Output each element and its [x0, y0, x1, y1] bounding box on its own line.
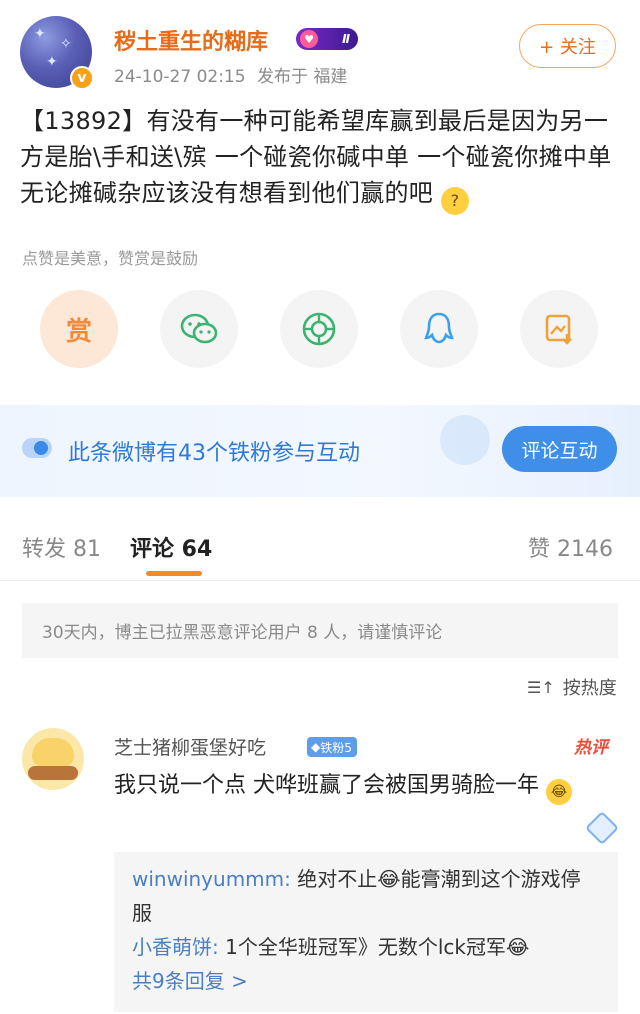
- post-timestamp: 24-10-27 02:15: [114, 67, 246, 87]
- commenter-avatar[interactable]: [22, 728, 84, 790]
- reply-item: winwinyummm: 绝对不止😂能膏潮到这个游戏停服: [132, 862, 600, 930]
- comment-body: 我只说一个点 犬哗班赢了会被国男骑脸一年: [114, 773, 539, 798]
- qq-icon: [424, 312, 454, 344]
- pudding-avatar-icon: [32, 738, 74, 768]
- fans-interaction-text: 此条微博有43个铁粉参与互动: [68, 441, 360, 466]
- heart-icon: ♥: [300, 30, 318, 48]
- tab-bar: 转发 81 评论 64 赞 2146: [0, 515, 640, 581]
- post-header: ✦ ✧ ✦ v 秽土重生的糊库 ♥ Ⅱ 24-10-27 02:15 发布于 福…: [0, 0, 640, 95]
- share-row: 赏: [0, 290, 640, 370]
- star-icon: ✧: [60, 36, 72, 52]
- wechat-icon: [180, 313, 218, 344]
- follow-button[interactable]: + 关注: [519, 24, 616, 68]
- notice-text: 30天内，博主已拉黑恶意评论用户 8 人，请谨慎评论: [42, 623, 443, 643]
- active-tab-indicator: [146, 571, 202, 576]
- star-icon: ✦: [34, 26, 46, 42]
- diamond-small-icon: ◆: [311, 740, 321, 754]
- fans-toggle-icon: [22, 438, 52, 458]
- post-meta: 24-10-27 02:15 发布于 福建: [114, 62, 353, 87]
- level-label: Ⅱ: [342, 32, 350, 46]
- post-body: 【13892】有没有一种可能希望库赢到最后是因为另一方是胎\手和送\殡 一个碰瓷…: [20, 107, 612, 207]
- reward-button[interactable]: 赏: [40, 290, 118, 368]
- reward-hint: 点赞是美意，赞赏是鼓励: [22, 249, 199, 268]
- laugh-cry-emoji-icon: 😂: [546, 779, 572, 805]
- sort-icon: ☰↑: [527, 677, 555, 697]
- author-name[interactable]: 秽土重生的糊库: [114, 24, 268, 56]
- reply-author[interactable]: winwinyummm:: [132, 867, 291, 891]
- verified-badge-icon: v: [70, 66, 94, 90]
- reply-box[interactable]: winwinyummm: 绝对不止😂能膏潮到这个游戏停服 小香萌饼: 1个全华班…: [114, 852, 618, 1012]
- fan-badge-label: 铁粉5: [320, 740, 352, 755]
- wechat-share-button[interactable]: [160, 290, 238, 368]
- save-image-button[interactable]: [520, 290, 598, 368]
- hot-comment-tag: 热评: [574, 738, 608, 758]
- thinking-emoji-icon: ?: [441, 187, 470, 215]
- sort-label: 按热度: [562, 678, 617, 699]
- fan-level-badge[interactable]: ♥ Ⅱ: [296, 28, 358, 50]
- commenter-name[interactable]: 芝士猪柳蛋堡好吃: [114, 733, 266, 760]
- verified-mark: v: [77, 70, 87, 86]
- reward-icon: 赏: [65, 316, 92, 347]
- burger-icon: [28, 766, 78, 780]
- comment-interact-button[interactable]: 评论互动: [502, 426, 617, 472]
- reply-author[interactable]: 小香萌饼:: [132, 935, 219, 959]
- reply-item: 小香萌饼: 1个全华班冠军》无数个lck冠军😂: [132, 930, 600, 964]
- moments-icon: [302, 312, 336, 346]
- tab-repost[interactable]: 转发 81: [22, 531, 101, 563]
- comment-notice: 30天内，博主已拉黑恶意评论用户 8 人，请谨慎评论: [22, 603, 618, 658]
- sort-button[interactable]: ☰↑ 按热度: [527, 674, 617, 700]
- decoration-icon: [440, 415, 490, 465]
- tab-comments[interactable]: 评论 64: [130, 531, 212, 563]
- reply-text: 1个全华班冠军》无数个lck冠军😂: [218, 935, 530, 959]
- post-text: 【13892】有没有一种可能希望库赢到最后是因为另一方是胎\手和送\殡 一个碰瓷…: [20, 103, 620, 215]
- star-icon: ✦: [46, 54, 58, 70]
- tab-likes[interactable]: 赞 2146: [528, 531, 613, 563]
- fans-interaction-bar: 此条微博有43个铁粉参与互动 评论互动: [0, 405, 640, 497]
- diamond-like-icon[interactable]: [585, 811, 619, 845]
- fan-badge: ◆ 铁粉5: [307, 737, 357, 757]
- post-location: 发布于 福建: [256, 67, 348, 87]
- qq-share-button[interactable]: [400, 290, 478, 368]
- more-replies-link[interactable]: 共9条回复 >: [132, 964, 600, 998]
- save-image-icon: [545, 314, 572, 345]
- moments-share-button[interactable]: [280, 290, 358, 368]
- comment-text: 我只说一个点 犬哗班赢了会被国男骑脸一年 😂: [114, 768, 614, 805]
